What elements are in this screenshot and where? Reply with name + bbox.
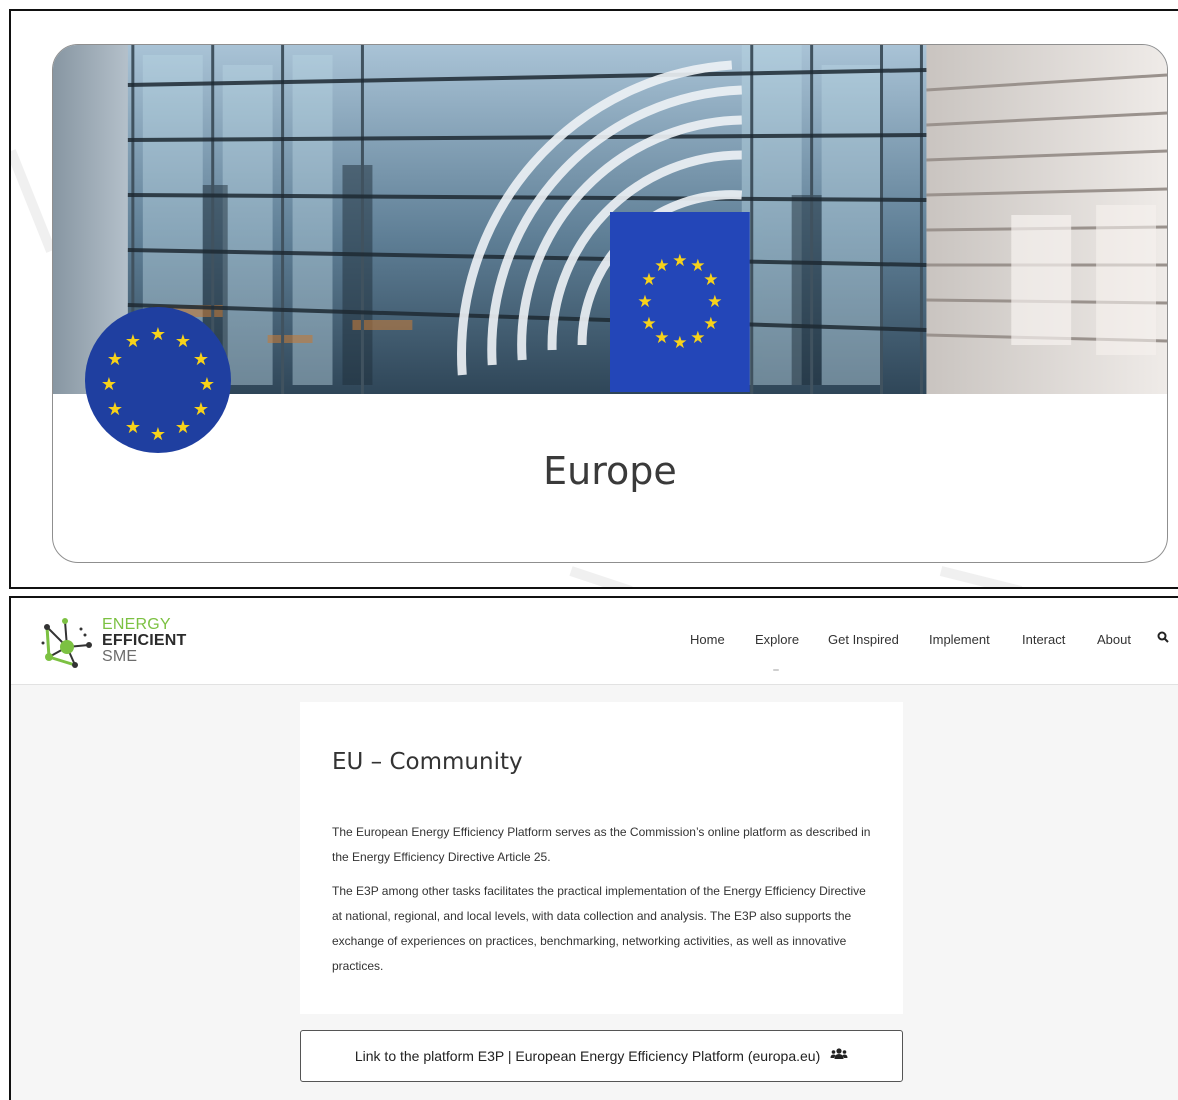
bottom-screenshot-panel: ENERGY EFFICIENT SME Home Explore Get In… — [9, 596, 1178, 1100]
main-nav: Home Explore Get Inspired Implement Inte… — [11, 631, 1178, 652]
svg-text:★: ★ — [641, 314, 656, 334]
svg-text:★: ★ — [175, 417, 191, 438]
users-icon — [830, 1030, 848, 1080]
svg-text:★: ★ — [193, 399, 209, 420]
section-title: EU – Community — [332, 749, 523, 775]
svg-text:★: ★ — [690, 328, 705, 348]
site-header: ENERGY EFFICIENT SME Home Explore Get In… — [11, 598, 1178, 685]
svg-text:★: ★ — [107, 399, 123, 420]
content-card: EU – Community The European Energy Effic… — [300, 702, 903, 1014]
card-title: Europe — [543, 449, 677, 493]
svg-text:★: ★ — [703, 270, 718, 290]
svg-text:★: ★ — [672, 333, 687, 353]
nav-item-home[interactable]: Home — [690, 632, 725, 647]
svg-text:★: ★ — [199, 374, 215, 395]
details-paragraph: The E3P among other tasks facilitates th… — [332, 884, 866, 973]
svg-text:★: ★ — [175, 331, 191, 352]
eu-flag-icon: ★ ★ ★ ★ ★ ★ ★ ★ ★ ★ ★ ★ — [85, 307, 231, 453]
svg-text:★: ★ — [703, 314, 718, 334]
svg-text:★: ★ — [150, 324, 166, 345]
link-button-label: Link to the platform E3P | European Ener… — [354, 1048, 821, 1064]
svg-text:★: ★ — [125, 331, 141, 352]
svg-text:★: ★ — [193, 349, 209, 370]
nav-item-about[interactable]: About — [1097, 632, 1131, 647]
svg-text:★: ★ — [125, 417, 141, 438]
explore-dropdown-indicator — [773, 669, 779, 671]
svg-text:★: ★ — [707, 292, 722, 312]
svg-text:★: ★ — [654, 256, 669, 276]
search-icon[interactable] — [1157, 631, 1169, 646]
svg-text:★: ★ — [101, 374, 117, 395]
svg-text:★: ★ — [150, 424, 166, 445]
nav-item-interact[interactable]: Interact — [1022, 632, 1065, 647]
nav-item-implement[interactable]: Implement — [929, 632, 990, 647]
svg-text:★: ★ — [672, 251, 687, 271]
top-screenshot-panel: ★ ★ ★ ★ ★ ★ ★ ★ ★ ★ ★ ★ Europe ★ ★ ★ ★ ★… — [9, 9, 1178, 589]
svg-text:★: ★ — [654, 328, 669, 348]
europe-card[interactable]: ★ ★ ★ ★ ★ ★ ★ ★ ★ ★ ★ ★ Europe — [52, 44, 1168, 563]
logo-line-energy: ENERGY — [102, 616, 171, 633]
intro-paragraph: The European Energy Efficiency Platform … — [332, 825, 871, 864]
nav-item-explore[interactable]: Explore — [755, 632, 799, 647]
nav-item-get-inspired[interactable]: Get Inspired — [828, 632, 899, 647]
svg-text:★: ★ — [107, 349, 123, 370]
svg-text:★: ★ — [637, 292, 652, 312]
e3p-platform-link-button[interactable]: Link to the platform E3P | European Ener… — [300, 1030, 903, 1082]
